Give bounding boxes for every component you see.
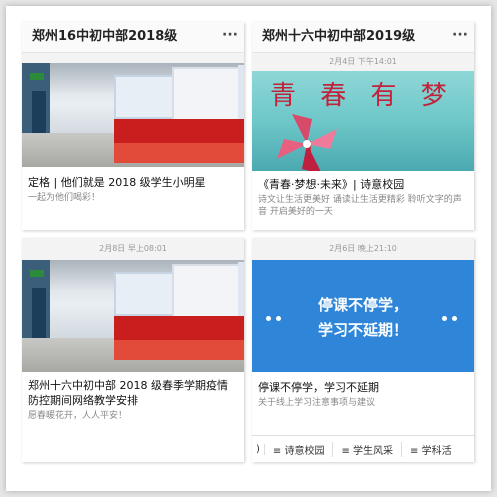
hallway-photo <box>22 260 244 372</box>
bottom-menu-edge: ) <box>252 443 265 455</box>
screenshot-frame: 郑州16中初中部2018级 ··· 定格 | 他们就是 2018 级学生小明星 … <box>6 6 491 491</box>
left-card2-title[interactable]: 郑州十六中初中部 2018 级春季学期疫情防控期间网络教学安排 <box>22 378 244 408</box>
left-card2-timestamp: 2月8日 早上08:01 <box>22 238 244 260</box>
right-account-title: 郑州十六中初中部2019级 <box>262 29 416 44</box>
right-card1-title[interactable]: 《青春·梦想·未来》| 诗意校园 <box>252 177 474 192</box>
right-top-panel: 郑州十六中初中部2019级 ··· 2月4日 下午14:01 青 春 有 梦 《… <box>252 22 474 230</box>
right-article-card-2[interactable]: 停课不停学， 学习不延期！ 停课不停学，学习不延期 关于线上学习注意事项与建议 <box>252 260 474 409</box>
left-article-card-2[interactable]: 郑州十六中初中部 2018 级春季学期疫情防控期间网络教学安排 愿春暖花开，人人… <box>22 260 244 422</box>
left-card1-subtitle: 一起为他们喝彩！ <box>28 193 101 203</box>
youth-dream-cover: 青 春 有 梦 <box>252 71 474 171</box>
left-card1-title[interactable]: 定格 | 他们就是 2018 级学生小明星 <box>22 175 244 190</box>
left-bottom-panel: 2月8日 早上08:01 郑州十六中初中部 2018 级春季学期疫情防控期间网络… <box>22 238 244 462</box>
menu-item-poetic-campus[interactable]: ≡ 诗意校园 <box>265 441 334 457</box>
right-article-card-1[interactable]: 青 春 有 梦 《青春·梦想·未来》| 诗意校园 诗文让生活更美好 诵读让生活更… <box>252 71 474 218</box>
left-top-panel: 郑州16中初中部2018级 ··· 定格 | 他们就是 2018 级学生小明星 … <box>22 22 244 230</box>
more-dots-icon[interactable]: ··· <box>452 22 468 50</box>
cover-line-1: 停课不停学， <box>317 296 408 314</box>
right-card2-title[interactable]: 停课不停学，学习不延期 <box>252 380 474 395</box>
cover-title-text: 青 春 有 梦 <box>270 81 455 111</box>
left-card2-subtitle: 愿春暖花开，人人平安！ <box>28 411 128 421</box>
left-account-header: 郑州16中初中部2018级 ··· <box>22 22 244 53</box>
cover-line-2: 学习不延期！ <box>317 321 408 339</box>
pinwheel-icon <box>277 114 337 171</box>
right-bottom-panel: 2月6日 晚上21:10 停课不停学， 学习不延期！ 停课不停学，学习不延期 关… <box>252 238 474 462</box>
menu-item-subject-activities[interactable]: ≡ 学科活 <box>402 442 460 457</box>
bottom-menu-bar: ) ≡ 诗意校园 ≡ 学生风采 ≡ 学科活 <box>252 435 474 462</box>
right-card1-subtitle: 诗文让生活更美好 诵读让生活更精彩 聆听文字的声音 开启美好的一天 <box>258 195 462 217</box>
hallway-photo <box>22 63 244 167</box>
study-notice-cover: 停课不停学， 学习不延期！ <box>252 260 474 372</box>
right-card2-subtitle: 关于线上学习注意事项与建议 <box>258 398 376 408</box>
left-card1-timestamp <box>22 53 244 63</box>
right-account-header: 郑州十六中初中部2019级 ··· <box>252 22 474 53</box>
right-card2-timestamp: 2月6日 晚上21:10 <box>252 238 474 260</box>
menu-item-student-style[interactable]: ≡ 学生风采 <box>333 441 403 457</box>
right-card1-timestamp: 2月4日 下午14:01 <box>252 53 474 71</box>
left-account-title: 郑州16中初中部2018级 <box>32 29 178 44</box>
left-article-card-1[interactable]: 定格 | 他们就是 2018 级学生小明星 一起为他们喝彩！ <box>22 63 244 204</box>
more-dots-icon[interactable]: ··· <box>222 22 238 50</box>
